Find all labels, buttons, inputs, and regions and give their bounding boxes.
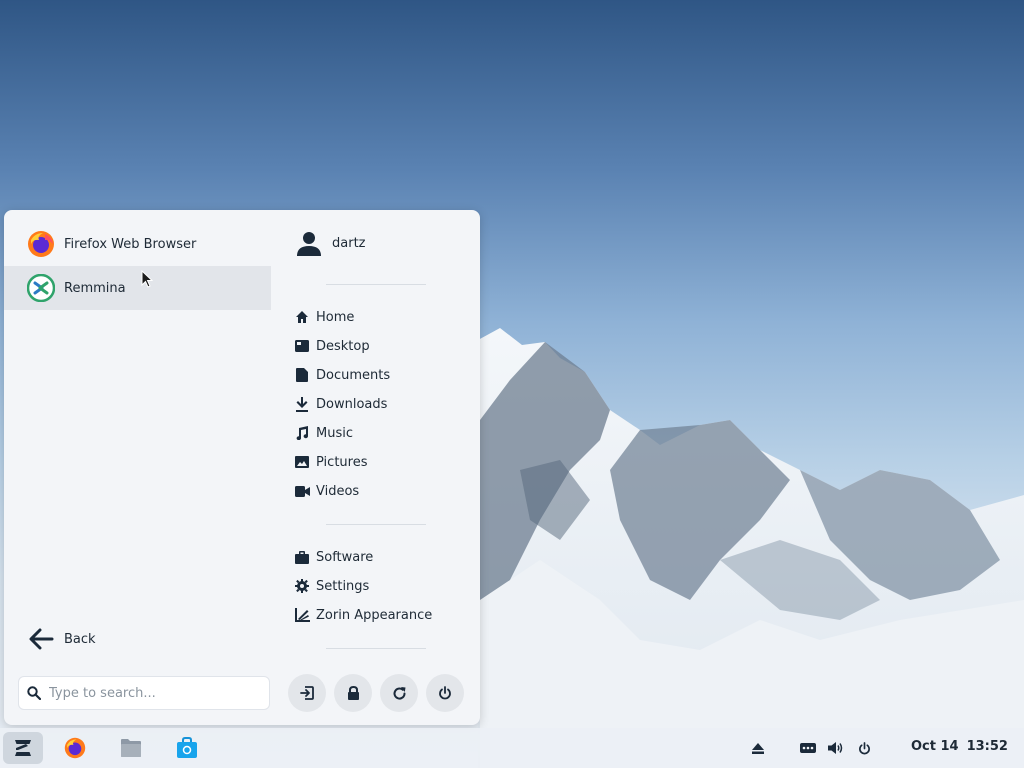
system-zorin-appearance[interactable]: Zorin Appearance <box>294 604 432 626</box>
restart-icon <box>393 686 406 700</box>
place-label: Desktop <box>316 338 370 354</box>
zorin-menu-button[interactable] <box>3 732 43 764</box>
restart-button[interactable] <box>380 674 418 712</box>
eject-button[interactable] <box>748 736 768 760</box>
picture-icon <box>294 454 310 470</box>
back-label: Back <box>64 631 96 647</box>
system-label: Settings <box>316 578 370 594</box>
settings-gear-icon <box>294 578 310 594</box>
divider <box>326 648 426 649</box>
back-button[interactable]: Back <box>28 626 96 652</box>
software-icon <box>294 549 310 565</box>
place-pictures[interactable]: Pictures <box>294 451 367 473</box>
app-item-label: Firefox Web Browser <box>64 236 197 252</box>
taskbar: Oct 14 13:52 <box>0 728 1024 768</box>
system-label: Zorin Appearance <box>316 607 433 623</box>
app-item-firefox[interactable]: Firefox Web Browser <box>4 222 271 266</box>
files-icon <box>121 739 141 757</box>
system-label: Software <box>316 549 374 565</box>
divider <box>326 284 426 285</box>
user-account[interactable]: dartz <box>294 228 365 258</box>
place-label: Videos <box>316 483 360 499</box>
place-label: Documents <box>316 367 391 383</box>
desktop-icon <box>294 338 310 354</box>
search-icon <box>27 686 41 700</box>
volume-icon <box>828 742 843 754</box>
remmina-icon <box>26 273 56 303</box>
firefox-icon <box>26 229 56 259</box>
place-desktop[interactable]: Desktop <box>294 335 370 357</box>
log-out-icon <box>300 686 314 700</box>
power-icon <box>858 741 870 754</box>
lock-icon <box>347 685 359 700</box>
network-icon <box>800 743 816 753</box>
download-icon <box>294 396 310 412</box>
user-icon <box>297 232 321 256</box>
place-label: Home <box>316 309 355 325</box>
place-label: Pictures <box>316 454 368 470</box>
user-name: dartz <box>332 235 366 251</box>
system-software[interactable]: Software <box>294 546 373 568</box>
clock-date: Oct 14 <box>911 739 959 754</box>
volume-indicator[interactable] <box>826 736 846 760</box>
taskbar-software[interactable] <box>167 732 207 764</box>
power-indicator[interactable] <box>854 736 874 760</box>
mouse-cursor-icon <box>141 270 153 288</box>
taskbar-firefox[interactable] <box>55 732 95 764</box>
video-icon <box>294 483 310 499</box>
place-videos[interactable]: Videos <box>294 480 359 502</box>
zorin-menu-icon <box>15 740 31 756</box>
log-out-button[interactable] <box>288 674 326 712</box>
place-home[interactable]: Home <box>294 306 354 328</box>
place-documents[interactable]: Documents <box>294 364 390 386</box>
clock[interactable]: Oct 14 13:52 <box>911 739 1016 754</box>
place-label: Music <box>316 425 353 441</box>
power-icon <box>439 686 451 700</box>
app-item-remmina[interactable]: Remmina <box>4 266 271 310</box>
home-icon <box>294 309 310 325</box>
clock-time: 13:52 <box>966 739 1008 754</box>
eject-icon <box>752 742 764 754</box>
document-icon <box>294 367 310 383</box>
place-downloads[interactable]: Downloads <box>294 393 387 415</box>
network-indicator[interactable] <box>797 736 819 760</box>
music-icon <box>294 425 310 441</box>
app-item-label: Remmina <box>64 280 126 296</box>
lock-button[interactable] <box>334 674 372 712</box>
taskbar-files[interactable] <box>111 732 151 764</box>
appearance-icon <box>294 607 310 623</box>
firefox-icon <box>64 737 86 759</box>
arrow-left-icon <box>29 628 54 650</box>
software-store-icon <box>177 737 197 758</box>
power-off-button[interactable] <box>426 674 464 712</box>
system-settings[interactable]: Settings <box>294 575 369 597</box>
search-input[interactable] <box>49 685 249 701</box>
place-music[interactable]: Music <box>294 422 353 444</box>
start-menu: Firefox Web Browser Remmina dartz Home D… <box>4 210 480 725</box>
search-box[interactable] <box>18 676 270 710</box>
divider <box>326 524 426 525</box>
place-label: Downloads <box>316 396 388 412</box>
